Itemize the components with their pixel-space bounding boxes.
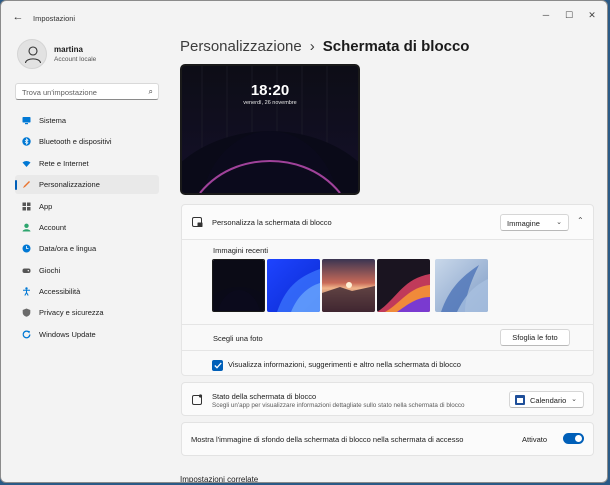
sidebar-item-privacy-e-sicurezza[interactable]: Privacy e sicurezza [15, 303, 159, 322]
calendar-icon [515, 395, 525, 405]
status-app-dropdown[interactable]: Calendario ⌄ [509, 391, 584, 408]
sidebar-item-label: Data/ora e lingua [39, 244, 97, 253]
browse-photos-button[interactable]: Sfoglia le foto [500, 329, 570, 346]
title-bar: ← Impostazioni ─ ☐ ✕ [1, 1, 607, 31]
show-info-row: Visualizza informazioni, suggerimenti e … [181, 350, 594, 376]
gamepad-icon [22, 268, 31, 273]
wifi-icon [22, 160, 31, 167]
settings-window: ← Impostazioni ─ ☐ ✕ martina Account loc… [0, 0, 608, 483]
lockscreen-type-dropdown[interactable]: Immagine ⌄ [500, 214, 569, 231]
sidebar-item-label: Bluetooth e dispositivi [39, 137, 112, 146]
signin-background-toggle[interactable] [563, 433, 584, 444]
app-title: Impostazioni [33, 14, 76, 23]
sidebar-item-account[interactable]: Account [15, 218, 159, 237]
recent-image-2-picture [267, 259, 320, 312]
lockscreen-status-card: Stato della schermata di blocco Scegli u… [181, 382, 594, 416]
recent-image-1-picture [213, 260, 264, 311]
breadcrumb-parent[interactable]: Personalizzazione [180, 38, 302, 55]
preview-date: venerdì, 26 novembre [243, 100, 297, 106]
apps-icon [22, 202, 31, 211]
bluetooth-icon [22, 137, 31, 146]
show-info-label: Visualizza informazioni, suggerimenti e … [228, 360, 461, 369]
sidebar-item-sistema[interactable]: Sistema [15, 111, 159, 130]
globe-clock-icon [22, 244, 31, 253]
toggle-knob [575, 435, 582, 442]
chevron-down-icon: ⌄ [556, 219, 562, 226]
back-arrow-icon[interactable]: ← [11, 10, 25, 24]
preview-time: 18:20 [250, 82, 290, 99]
status-app-value: Calendario [530, 396, 567, 405]
breadcrumb-separator: › [309, 38, 315, 55]
recent-image-4[interactable] [377, 259, 430, 312]
minimize-icon[interactable]: ─ [535, 7, 557, 23]
personalize-lockscreen-label: Personalizza la schermata di blocco [212, 218, 332, 227]
account-icon [22, 223, 31, 232]
show-info-checkbox[interactable] [212, 360, 223, 371]
lockscreen-preview: 18:20 venerdì, 26 novembre [180, 64, 360, 195]
recent-image-1[interactable] [212, 259, 265, 312]
sidebar-item-label: Privacy e sicurezza [39, 308, 104, 317]
related-settings-heading: Impostazioni correlate [180, 475, 259, 483]
signin-background-state: Attivato [522, 435, 548, 444]
status-app-icon [192, 394, 203, 405]
sidebar-item-label: Giochi [39, 266, 61, 275]
sidebar-item-rete-e-internet[interactable]: Rete e Internet [15, 154, 159, 173]
account-type: Account locale [54, 56, 97, 63]
chevron-up-icon[interactable]: ⌃ [577, 216, 584, 225]
sidebar-item-label: Sistema [39, 116, 67, 125]
recent-image-5[interactable] [435, 259, 488, 312]
update-icon [22, 330, 31, 339]
sidebar-item-app[interactable]: App [15, 197, 159, 216]
sidebar-item-label: Account [39, 223, 67, 232]
brush-icon [23, 181, 30, 188]
sidebar-item-label: Personalizzazione [39, 180, 100, 189]
shield-icon [22, 308, 31, 317]
lockscreen-status-description: Scegli un'app per visualizzare informazi… [212, 402, 465, 409]
lockscreen-type-value: Immagine [507, 219, 540, 228]
avatar[interactable] [17, 39, 47, 69]
lockscreen-status-label: Stato della schermata di blocco [212, 392, 317, 401]
sidebar-item-label: Rete e Internet [39, 159, 89, 168]
recent-image-3[interactable] [322, 259, 375, 312]
close-icon[interactable]: ✕ [581, 7, 603, 23]
breadcrumb: Personalizzazione › Schermata di blocco [180, 38, 469, 55]
personalize-lockscreen-header[interactable]: Personalizza la schermata di blocco Imma… [181, 204, 594, 240]
recent-image-3-picture [322, 259, 375, 312]
monitor-icon [22, 117, 31, 125]
sidebar-item-label: Windows Update [39, 330, 96, 339]
sidebar-item-giochi[interactable]: Giochi [15, 261, 159, 280]
search-placeholder[interactable]: Trova un'impostazione [22, 88, 97, 97]
maximize-icon[interactable]: ☐ [558, 7, 580, 23]
choose-photo-label: Scegli una foto [213, 334, 263, 343]
person-icon [24, 46, 42, 64]
chevron-down-icon: ⌄ [571, 396, 577, 403]
recent-images-label: Immagini recenti [213, 246, 269, 255]
sidebar-item-personalizzazione[interactable]: Personalizzazione [15, 175, 159, 194]
signin-background-label: Mostra l'immagine di sfondo della scherm… [191, 435, 464, 444]
recent-image-4-picture [377, 259, 430, 312]
recent-image-5-picture [435, 259, 488, 312]
accessibility-icon [23, 287, 30, 296]
lockscreen-icon [192, 217, 203, 227]
sidebar-item-label: App [39, 202, 53, 211]
search-box[interactable]: Trova un'impostazione ⌕ [15, 83, 159, 100]
signin-background-card: Mostra l'immagine di sfondo della scherm… [181, 422, 594, 456]
page-title: Schermata di blocco [322, 38, 470, 55]
sidebar-item-windows-update[interactable]: Windows Update [15, 325, 159, 344]
choose-photo-row: Scegli una foto Sfoglia le foto [181, 324, 594, 351]
sidebar-item-label: Accessibilità [39, 287, 81, 296]
sidebar-item-accessibilit[interactable]: Accessibilità [15, 282, 159, 301]
checkmark-icon [213, 362, 222, 369]
sidebar-item-data-ora-e-lingua[interactable]: Data/ora e lingua [15, 239, 159, 258]
user-name: martina [54, 45, 83, 54]
recent-image-2[interactable] [267, 259, 320, 312]
sidebar-item-bluetooth-e-dispositivi[interactable]: Bluetooth e dispositivi [15, 132, 159, 151]
search-icon[interactable]: ⌕ [149, 87, 153, 97]
active-indicator [15, 180, 17, 190]
